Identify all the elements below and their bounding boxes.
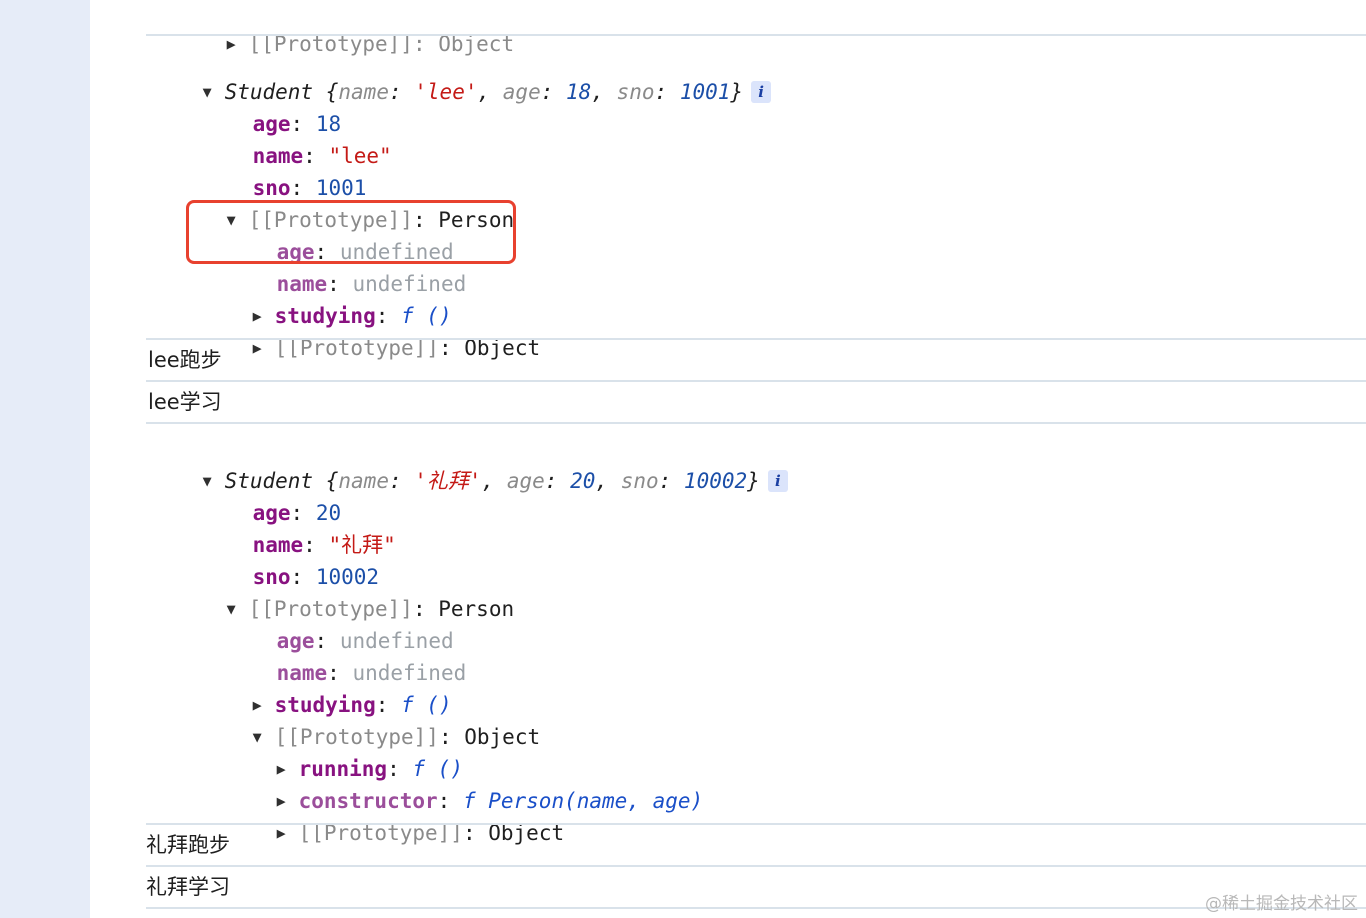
proto-property-age: age: undefined [276, 629, 454, 653]
property-age: age: 20 [252, 501, 342, 525]
proto-property-name: name: undefined [276, 661, 467, 685]
separator [146, 338, 1366, 340]
log-message: lee跑步 [148, 348, 222, 372]
method-studying-row[interactable]: ▶ studying: f () [202, 268, 452, 328]
constructor-row[interactable]: ▶ constructor: f Person(name, age) [226, 753, 704, 813]
highlight-box [186, 200, 516, 264]
expand-arrow-icon[interactable]: ▶ [277, 817, 299, 849]
separator [146, 34, 1366, 36]
prototype-object-row[interactable]: ▶ [[Prototype]]: Object [226, 785, 565, 845]
separator [146, 380, 1366, 382]
student-object-header[interactable]: ▼ Student {name: '礼拜', age: 20, sno: 1000… [152, 433, 788, 493]
property-age: age: 18 [252, 112, 342, 136]
watermark: @稀土掘金技术社区 [1205, 894, 1358, 914]
separator [146, 865, 1366, 867]
separator [146, 823, 1366, 825]
info-icon[interactable]: i [751, 81, 772, 103]
property-sno: sno: 1001 [252, 176, 367, 200]
prototype-object-row[interactable]: ▶ [[Prototype]]: Object [176, 0, 515, 56]
separator [146, 907, 1366, 909]
console-output: ▶ [[Prototype]]: Object ▼ Student {name: '… [146, 0, 1366, 918]
info-icon[interactable]: i [767, 470, 788, 492]
method-studying-row[interactable]: ▶ studying: f () [202, 657, 452, 717]
method-running-row[interactable]: ▶ running: f () [226, 721, 463, 781]
property-name: name: "lee" [252, 144, 392, 168]
property-name: name: "礼拜" [252, 533, 396, 557]
log-message: 礼拜跑步 [146, 833, 230, 857]
student-object-header[interactable]: ▼ Student {name: 'lee', age: 18, sno: 100… [152, 44, 772, 104]
property-sno: sno: 10002 [252, 565, 380, 589]
prototype-object-row[interactable]: ▶ [[Prototype]]: Object [202, 300, 541, 360]
left-panel [0, 0, 90, 918]
log-message: 礼拜学习 [146, 875, 230, 899]
separator [146, 422, 1366, 424]
prototype-person-row[interactable]: ▼ [[Prototype]]: Person [176, 561, 515, 621]
prototype-object-row[interactable]: ▼ [[Prototype]]: Object [202, 689, 541, 749]
expand-arrow-icon[interactable]: ▶ [253, 332, 275, 364]
log-message: lee学习 [148, 390, 222, 414]
